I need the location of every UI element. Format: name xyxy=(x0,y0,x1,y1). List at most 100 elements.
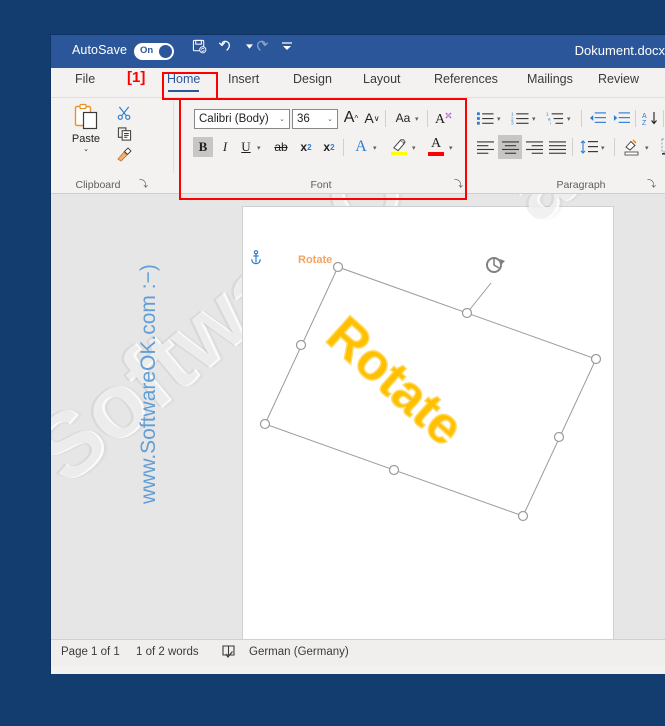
tab-references[interactable]: References xyxy=(434,72,498,86)
autosave-state-label: On xyxy=(140,45,154,56)
subscript-label: x xyxy=(300,140,308,154)
increase-indent-icon[interactable] xyxy=(611,108,631,128)
strikethrough-button[interactable]: ab xyxy=(271,137,291,157)
font-color-button[interactable]: A xyxy=(425,134,447,158)
watermark-softwareok-page: areOK.com xyxy=(483,194,665,242)
shading-icon[interactable] xyxy=(619,135,643,159)
group-divider xyxy=(466,101,467,173)
tab-file[interactable]: File xyxy=(75,72,95,86)
save-icon[interactable] xyxy=(187,35,211,57)
shrink-font-button[interactable]: A ∨ xyxy=(362,108,382,128)
font-size-value: 36 xyxy=(297,113,310,125)
tab-design[interactable]: Design xyxy=(293,72,332,86)
bullets-icon[interactable] xyxy=(475,108,495,128)
shrink-font-label: A xyxy=(364,110,374,126)
align-left-icon[interactable] xyxy=(475,137,496,157)
paste-button[interactable]: Paste ⌄ xyxy=(65,102,107,153)
underline-button[interactable]: U xyxy=(237,137,255,157)
status-language[interactable]: German (Germany) xyxy=(249,646,349,658)
align-center-icon[interactable] xyxy=(498,135,522,159)
redo-icon[interactable] xyxy=(249,35,273,57)
group-divider xyxy=(173,101,174,173)
clipboard-group-label: Clipboard xyxy=(75,179,121,191)
chevron-down-icon[interactable]: ▾ xyxy=(373,144,377,152)
document-page[interactable]: areOK.com xyxy=(243,194,665,639)
chevron-down-icon[interactable]: ▾ xyxy=(257,144,261,152)
chevron-down-icon[interactable]: ▾ xyxy=(415,115,419,123)
separator xyxy=(385,110,386,127)
decrease-indent-icon[interactable] xyxy=(587,108,607,128)
paragraph-dialog-launcher[interactable]: ⤵ xyxy=(647,177,656,190)
subscript-button[interactable]: x2 xyxy=(296,137,316,157)
status-word-count[interactable]: 1 of 2 words xyxy=(136,646,199,658)
font-dialog-launcher[interactable]: ⤵ xyxy=(454,177,463,190)
superscript-label: x xyxy=(323,140,331,154)
tab-review[interactable]: Review xyxy=(598,72,639,86)
chevron-down-icon[interactable]: ▾ xyxy=(497,115,501,123)
paste-icon xyxy=(72,102,100,132)
shape-name-label: Rotate xyxy=(298,254,333,266)
highlighter-icon xyxy=(392,138,406,151)
bold-button[interactable]: B xyxy=(193,137,213,157)
svg-text:A: A xyxy=(435,112,446,126)
chevron-down-icon[interactable]: ▾ xyxy=(449,144,453,152)
ribbon-tabs: File [1] Home Insert Design Layout Refer… xyxy=(51,68,665,98)
font-size-combo[interactable]: 36 ⌄ xyxy=(292,109,338,129)
tab-insert[interactable]: Insert xyxy=(228,72,259,86)
grow-font-label: A xyxy=(343,109,355,126)
svg-text:3: 3 xyxy=(511,121,514,125)
undo-icon[interactable] xyxy=(214,35,238,57)
superscript-button[interactable]: x2 xyxy=(319,137,339,157)
grow-font-button[interactable]: A ^ xyxy=(341,108,361,128)
align-right-icon[interactable] xyxy=(524,137,545,157)
chevron-down-icon[interactable]: ▾ xyxy=(412,144,416,152)
text-effects-button[interactable]: A xyxy=(351,137,371,157)
copy-icon[interactable] xyxy=(115,125,133,143)
paste-dropdown-caret[interactable]: ⌄ xyxy=(65,145,107,153)
svg-text:Z: Z xyxy=(642,120,647,126)
highlight-button[interactable] xyxy=(388,135,410,157)
multilevel-list-icon[interactable]: 1 a i xyxy=(545,108,565,128)
status-page-number[interactable]: Page 1 of 1 xyxy=(61,646,120,658)
ribbon-home: Paste ⌄ Clipboard ⤵ Calibri (Body) ⌄ 36 … xyxy=(51,98,665,194)
clipboard-dialog-launcher[interactable]: ⤵ xyxy=(139,177,148,190)
line-spacing-icon[interactable] xyxy=(578,137,600,157)
chevron-down-icon[interactable]: ▾ xyxy=(567,115,571,123)
numbering-icon[interactable]: 1 2 3 xyxy=(510,108,530,128)
tab-layout[interactable]: Layout xyxy=(363,72,401,86)
cut-scissors-icon[interactable] xyxy=(115,104,133,122)
tab-mailings[interactable]: Mailings xyxy=(527,72,573,86)
tab-home[interactable]: Home xyxy=(167,72,200,92)
italic-label: I xyxy=(222,139,228,154)
change-case-button[interactable]: Aa xyxy=(391,108,415,128)
word-window: AutoSave On Dokument.docx File [1] Home … xyxy=(51,35,665,674)
document-title: Dokument.docx xyxy=(574,43,665,58)
font-name-value: Calibri (Body) xyxy=(199,113,269,125)
separator xyxy=(427,110,428,127)
chevron-down-icon[interactable]: ▾ xyxy=(645,144,649,152)
borders-icon[interactable] xyxy=(658,135,665,159)
separator xyxy=(343,139,344,156)
font-name-combo[interactable]: Calibri (Body) ⌄ xyxy=(194,109,290,129)
italic-button[interactable]: I xyxy=(216,137,234,157)
chevron-down-icon: ⌄ xyxy=(327,116,333,123)
chevron-down-icon[interactable]: ▾ xyxy=(532,115,536,123)
clear-formatting-button[interactable]: A xyxy=(433,107,455,127)
proofing-errors-icon[interactable] xyxy=(221,644,236,660)
watermark-url-vertical: www.SoftwareOK.com :−) xyxy=(137,264,160,504)
svg-text:i: i xyxy=(550,122,551,125)
format-painter-icon[interactable] xyxy=(115,146,133,164)
justify-icon[interactable] xyxy=(547,137,568,157)
separator xyxy=(614,138,615,156)
autosave-toggle-knob xyxy=(159,45,172,58)
status-bar: Page 1 of 1 1 of 2 words German (Germany… xyxy=(51,639,665,666)
paste-label: Paste xyxy=(71,133,101,145)
customize-qat-icon[interactable] xyxy=(275,35,299,57)
chevron-down-icon[interactable]: ▾ xyxy=(601,144,605,152)
document-canvas[interactable]: SoftwareOK areOK.com xyxy=(51,194,665,639)
sort-icon[interactable]: A Z xyxy=(640,108,660,128)
screen-root: AutoSave On Dokument.docx File [1] Home … xyxy=(0,0,665,726)
change-case-label: Aa xyxy=(395,111,411,125)
wordart-rotate-text: Rotate xyxy=(315,305,476,458)
autosave-toggle[interactable]: On xyxy=(134,43,174,60)
